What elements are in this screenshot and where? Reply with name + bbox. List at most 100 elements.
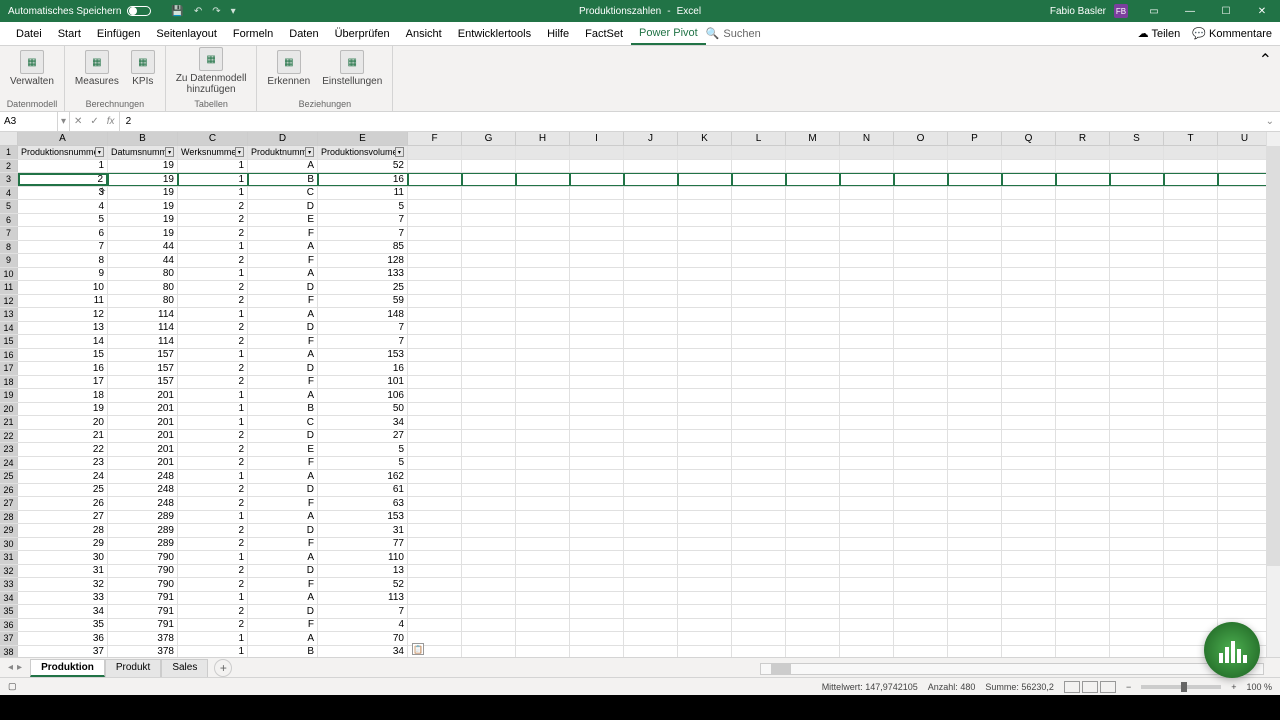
cell[interactable] (462, 416, 516, 429)
cell[interactable] (786, 565, 840, 578)
cell[interactable] (1218, 268, 1272, 281)
cell[interactable] (894, 605, 948, 618)
cell[interactable] (948, 227, 1002, 240)
zoom-level[interactable]: 100 % (1246, 682, 1272, 692)
page-break-view-button[interactable] (1100, 681, 1116, 693)
cell[interactable]: 1 (178, 470, 248, 483)
cell[interactable]: 19 (108, 160, 178, 173)
cell[interactable] (786, 524, 840, 537)
cell[interactable] (1164, 430, 1218, 443)
cell[interactable] (894, 551, 948, 564)
cell[interactable]: 1 (178, 389, 248, 402)
cell[interactable] (1002, 200, 1056, 213)
cell[interactable] (516, 524, 570, 537)
cell[interactable] (516, 430, 570, 443)
cell[interactable]: 2 (178, 484, 248, 497)
menu-tab-ansicht[interactable]: Ansicht (398, 22, 450, 45)
cell[interactable]: 33 (18, 592, 108, 605)
cell[interactable] (732, 457, 786, 470)
cell[interactable] (408, 295, 462, 308)
cell[interactable] (1164, 227, 1218, 240)
cell[interactable] (1164, 146, 1218, 159)
cell[interactable]: A (248, 241, 318, 254)
save-icon[interactable]: 💾 (171, 6, 183, 17)
cell[interactable] (678, 470, 732, 483)
cell[interactable] (1164, 349, 1218, 362)
cell[interactable] (516, 376, 570, 389)
row-header[interactable]: 17 (0, 362, 18, 375)
cell[interactable]: 114 (108, 335, 178, 348)
cell[interactable] (1056, 565, 1110, 578)
cell[interactable] (1002, 524, 1056, 537)
cell[interactable] (948, 376, 1002, 389)
cell[interactable] (1056, 200, 1110, 213)
row-header[interactable]: 10 (0, 268, 18, 281)
cell[interactable] (1164, 565, 1218, 578)
cell[interactable] (948, 241, 1002, 254)
horizontal-scrollbar[interactable] (760, 663, 1264, 675)
cell[interactable]: 6 (18, 227, 108, 240)
cell[interactable] (624, 281, 678, 294)
cell[interactable]: D (248, 524, 318, 537)
cell[interactable] (840, 227, 894, 240)
cell[interactable]: 30 (18, 551, 108, 564)
cell[interactable] (1218, 430, 1272, 443)
cell[interactable] (678, 187, 732, 200)
ribbon-button[interactable]: ▦Verwalten (6, 48, 58, 89)
cell[interactable] (678, 403, 732, 416)
cell[interactable] (678, 646, 732, 658)
cell[interactable] (840, 200, 894, 213)
cell[interactable] (570, 511, 624, 524)
row-header[interactable]: 5 (0, 200, 18, 213)
cell[interactable] (1056, 484, 1110, 497)
cell[interactable] (1218, 308, 1272, 321)
cell[interactable] (786, 268, 840, 281)
cell[interactable] (516, 335, 570, 348)
cell[interactable] (624, 524, 678, 537)
cell[interactable] (1002, 538, 1056, 551)
cell[interactable]: A (248, 308, 318, 321)
name-box-dropdown-icon[interactable]: ▾ (58, 112, 70, 131)
cell[interactable] (624, 416, 678, 429)
cell[interactable] (516, 200, 570, 213)
cell[interactable] (1164, 619, 1218, 632)
sheet-tab[interactable]: Sales (161, 659, 208, 677)
cell[interactable] (678, 376, 732, 389)
cell[interactable]: E (248, 214, 318, 227)
cell[interactable] (624, 470, 678, 483)
cell[interactable]: 1 (178, 187, 248, 200)
cell[interactable]: D (248, 281, 318, 294)
cell[interactable] (786, 511, 840, 524)
row-header[interactable]: 21 (0, 416, 18, 429)
cell[interactable] (462, 281, 516, 294)
cell[interactable] (1002, 443, 1056, 456)
cell[interactable] (732, 187, 786, 200)
cell[interactable]: 2 (178, 200, 248, 213)
cell[interactable] (732, 160, 786, 173)
cell[interactable] (1002, 632, 1056, 645)
cell[interactable] (948, 160, 1002, 173)
cell[interactable] (894, 146, 948, 159)
cell[interactable] (1218, 538, 1272, 551)
cell[interactable] (624, 376, 678, 389)
cell[interactable] (1218, 214, 1272, 227)
column-header[interactable]: U (1218, 132, 1272, 145)
cell[interactable] (1164, 538, 1218, 551)
cell[interactable] (516, 538, 570, 551)
row-header[interactable]: 29 (0, 524, 18, 537)
cell[interactable] (516, 308, 570, 321)
cell[interactable]: 80 (108, 295, 178, 308)
cell[interactable]: 77 (318, 538, 408, 551)
cell[interactable]: 1 (178, 632, 248, 645)
cell[interactable] (570, 403, 624, 416)
cell[interactable] (1002, 430, 1056, 443)
cell[interactable]: 17 (18, 376, 108, 389)
cell[interactable] (1056, 497, 1110, 510)
cell[interactable] (948, 349, 1002, 362)
cell[interactable] (948, 538, 1002, 551)
cell[interactable] (516, 632, 570, 645)
cell[interactable]: 37 (18, 646, 108, 658)
column-header[interactable]: T (1164, 132, 1218, 145)
cell[interactable]: 201 (108, 443, 178, 456)
cell[interactable] (948, 281, 1002, 294)
